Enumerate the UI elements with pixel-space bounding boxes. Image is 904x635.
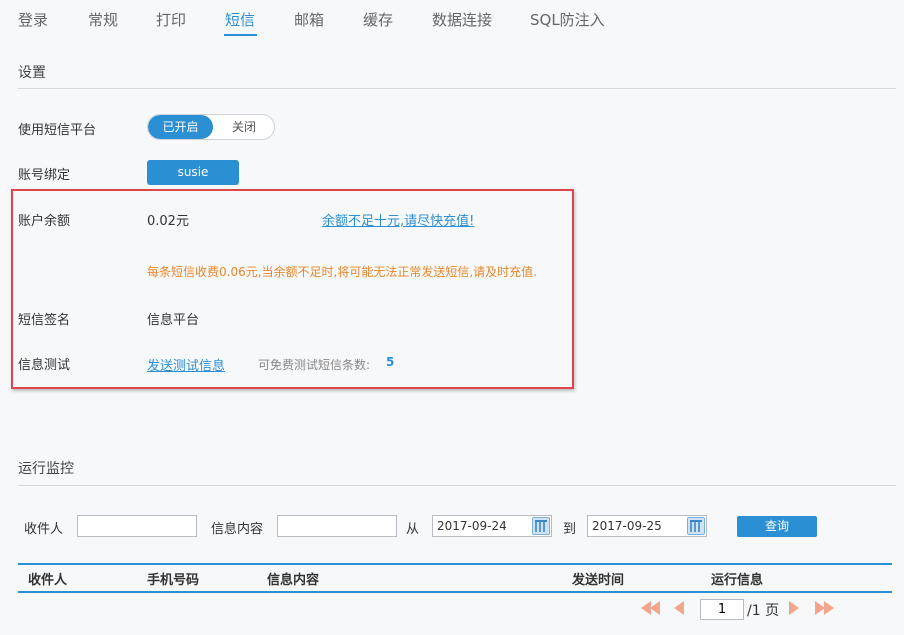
toggle-on-option[interactable]: 已开启 bbox=[148, 115, 213, 139]
table-bottom-border bbox=[18, 591, 892, 593]
tab-sms[interactable]: 短信 bbox=[225, 9, 255, 30]
signature-label: 短信签名 bbox=[18, 313, 71, 328]
balance-value: 0.02元 bbox=[147, 214, 189, 229]
settings-section-title: 设置 bbox=[18, 65, 46, 81]
balance-label: 账户余额 bbox=[18, 214, 71, 229]
calendar-icon[interactable] bbox=[687, 517, 705, 535]
date-from-input[interactable] bbox=[433, 516, 531, 536]
prev-page-icon[interactable] bbox=[674, 601, 684, 619]
sms-platform-label: 使用短信平台 bbox=[18, 123, 97, 138]
last-page-icon[interactable] bbox=[815, 601, 834, 619]
to-label: 到 bbox=[563, 522, 577, 537]
account-binding-label: 账号绑定 bbox=[18, 168, 71, 183]
send-test-link[interactable]: 发送测试信息 bbox=[147, 355, 225, 374]
tab-general[interactable]: 常规 bbox=[88, 9, 118, 30]
table-top-border bbox=[18, 563, 892, 565]
from-label: 从 bbox=[406, 522, 420, 537]
column-run-info: 运行信息 bbox=[711, 573, 764, 588]
tab-email[interactable]: 邮箱 bbox=[294, 9, 324, 30]
date-to-input[interactable] bbox=[588, 516, 686, 536]
account-button[interactable]: susie bbox=[147, 160, 239, 185]
recipient-input[interactable] bbox=[77, 515, 197, 537]
free-test-label: 可免费测试短信条数: bbox=[258, 358, 371, 372]
monitor-section-title: 运行监控 bbox=[18, 461, 74, 477]
column-send-time: 发送时间 bbox=[572, 573, 625, 588]
tab-cache[interactable]: 缓存 bbox=[363, 9, 393, 30]
content-input[interactable] bbox=[277, 515, 397, 537]
date-to-field bbox=[587, 515, 707, 537]
free-test-count: 5 bbox=[386, 355, 395, 369]
fee-warning: 每条短信收费0.06元,当余额不足时,将可能无法正常发送短信,请及时充值. bbox=[147, 265, 537, 279]
tab-login[interactable]: 登录 bbox=[18, 9, 48, 30]
active-tab-indicator bbox=[224, 34, 257, 36]
monitor-divider bbox=[18, 485, 896, 486]
tab-print[interactable]: 打印 bbox=[156, 9, 186, 30]
tab-bar: 登录 常规 打印 短信 邮箱 缓存 数据连接 SQL防注入 bbox=[0, 0, 904, 40]
column-content: 信息内容 bbox=[267, 573, 320, 588]
content-filter-label: 信息内容 bbox=[211, 522, 264, 537]
query-button[interactable]: 查询 bbox=[737, 516, 817, 537]
sms-platform-toggle[interactable]: 已开启 关闭 bbox=[147, 114, 275, 140]
tab-sql-injection[interactable]: SQL防注入 bbox=[530, 9, 605, 30]
recipient-filter-label: 收件人 bbox=[24, 522, 64, 537]
page-number-input[interactable] bbox=[700, 599, 744, 620]
test-label: 信息测试 bbox=[18, 358, 71, 373]
date-from-field bbox=[432, 515, 552, 537]
column-phone: 手机号码 bbox=[147, 573, 200, 588]
first-page-icon[interactable] bbox=[641, 601, 660, 619]
tab-data-connection[interactable]: 数据连接 bbox=[432, 9, 492, 30]
toggle-off-option[interactable]: 关闭 bbox=[213, 115, 274, 139]
page-total: /1 页 bbox=[747, 603, 780, 619]
signature-value: 信息平台 bbox=[147, 313, 200, 328]
recharge-link[interactable]: 余额不足十元,请尽快充值! bbox=[322, 210, 474, 229]
column-recipient: 收件人 bbox=[28, 573, 68, 588]
calendar-icon[interactable] bbox=[532, 517, 550, 535]
settings-divider bbox=[18, 88, 896, 89]
next-page-icon[interactable] bbox=[789, 601, 799, 619]
